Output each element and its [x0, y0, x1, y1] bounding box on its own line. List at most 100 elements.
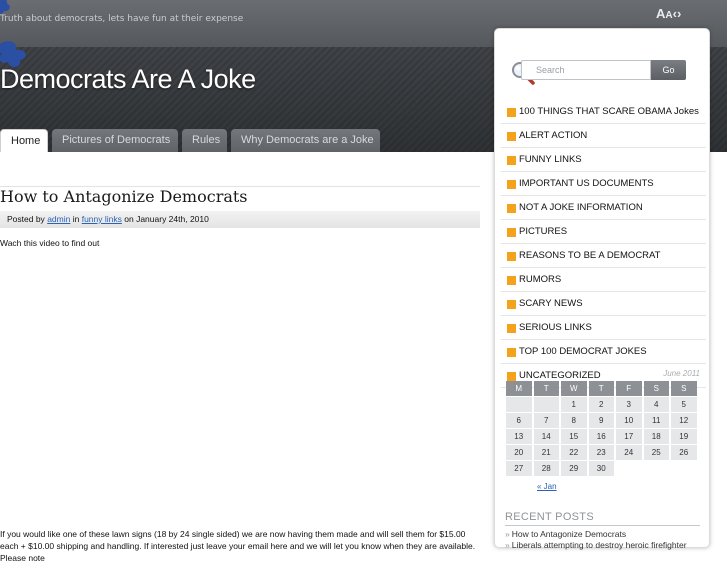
list-item[interactable]: 100 THINGS THAT SCARE OBAMA Jokes: [501, 100, 706, 124]
bullet-icon: »: [505, 529, 510, 539]
post-body: If you would like one of these lawn sign…: [0, 529, 476, 563]
calendar-day: [671, 461, 697, 476]
calendar-day-header: S: [671, 381, 697, 396]
sidebar: Search Go 100 THINGS THAT SCARE OBAMA Jo…: [494, 28, 710, 551]
calendar-day: [644, 461, 670, 476]
calendar-day: 25: [643, 445, 669, 460]
list-item[interactable]: RUMORS: [501, 268, 706, 292]
calendar-day: [506, 397, 532, 412]
bullet-square-icon: [507, 108, 516, 117]
calendar-day: 7: [533, 413, 559, 428]
category-link[interactable]: REASONS TO BE A DEMOCRAT: [519, 250, 660, 261]
list-item[interactable]: FUNNY LINKS: [501, 148, 706, 172]
category-link[interactable]: IMPORTANT US DOCUMENTS: [519, 178, 654, 189]
font-large-icon[interactable]: A: [656, 6, 665, 21]
post-meta: Posted by admin in funny links on Januar…: [0, 211, 480, 228]
font-arrows-icon[interactable]: ‹›: [673, 6, 682, 21]
list-item[interactable]: » Liberals attempting to destroy heroic f…: [505, 540, 705, 551]
calendar-day: 26: [671, 445, 697, 460]
calendar-day: 13: [506, 429, 532, 444]
tab-why-democrats[interactable]: Why Democrats are a Joke: [231, 129, 380, 152]
calendar-day: 14: [533, 429, 559, 444]
recent-posts-heading: RECENT POSTS: [505, 511, 594, 523]
list-item[interactable]: REASONS TO BE A DEMOCRAT: [501, 244, 706, 268]
post-title[interactable]: How to Antagonize Democrats: [0, 187, 248, 206]
calendar-grid: M T W T F S S 1 2 3 4 5 6 7 8 9 10 11 12…: [506, 381, 700, 476]
font-small-icon[interactable]: A: [665, 10, 672, 21]
category-link[interactable]: 100 THINGS THAT SCARE OBAMA Jokes: [519, 106, 699, 117]
search-input[interactable]: Search: [521, 60, 651, 80]
calendar-prev-link[interactable]: « Jan: [537, 482, 700, 491]
category-link[interactable]: FUNNY LINKS: [519, 154, 582, 165]
meta-posted-by: Posted by: [7, 214, 45, 224]
calendar-day: 5: [671, 397, 697, 412]
bullet-square-icon: [507, 300, 516, 309]
calendar-day: 10: [616, 413, 642, 428]
bullet-square-icon: [507, 324, 516, 333]
calendar-day: 28: [533, 461, 559, 476]
calendar-day: 11: [643, 413, 669, 428]
category-link[interactable]: SCARY NEWS: [519, 298, 583, 309]
calendar-day: 16: [588, 429, 614, 444]
tab-pictures-of-democrats[interactable]: Pictures of Democrats: [52, 129, 178, 152]
calendar-day: 2: [588, 397, 614, 412]
calendar-day: 27: [506, 461, 532, 476]
list-item[interactable]: » How to Antagonize Democrats: [505, 529, 705, 540]
category-link[interactable]: SERIOUS LINKS: [519, 322, 592, 333]
calendar-day: 17: [616, 429, 642, 444]
recent-post-link[interactable]: How to Antagonize Democrats: [512, 529, 626, 539]
category-link[interactable]: funny links: [82, 214, 122, 224]
bullet-square-icon: [507, 348, 516, 357]
calendar-day: 24: [616, 445, 642, 460]
calendar-day: 30: [588, 461, 614, 476]
calendar-day: 12: [671, 413, 697, 428]
calendar-day: 9: [588, 413, 614, 428]
bullet-square-icon: [507, 204, 516, 213]
tab-rules[interactable]: Rules: [182, 129, 227, 152]
calendar-day: 15: [561, 429, 587, 444]
meta-date: on January 24th, 2010: [124, 214, 209, 224]
bullet-square-icon: [507, 276, 516, 285]
category-link[interactable]: ALERT ACTION: [519, 130, 587, 141]
calendar-day: 3: [616, 397, 642, 412]
bullet-square-icon: [507, 180, 516, 189]
calendar-day: 21: [533, 445, 559, 460]
calendar-day-header: F: [616, 381, 642, 396]
bullet-square-icon: [507, 156, 516, 165]
calendar-day: 4: [643, 397, 669, 412]
list-item[interactable]: SERIOUS LINKS: [501, 316, 706, 340]
list-item[interactable]: NOT A JOKE INFORMATION: [501, 196, 706, 220]
list-item[interactable]: TOP 100 DEMOCRAT JOKES: [501, 340, 706, 364]
meta-in: in: [72, 214, 80, 224]
author-link[interactable]: admin: [47, 214, 70, 224]
list-item[interactable]: IMPORTANT US DOCUMENTS: [501, 172, 706, 196]
list-item[interactable]: SCARY NEWS: [501, 292, 706, 316]
calendar-caption: June 2011: [663, 369, 700, 378]
calendar-day: [616, 461, 642, 476]
bullet-square-icon: [507, 252, 516, 261]
category-link[interactable]: TOP 100 DEMOCRAT JOKES: [519, 346, 647, 357]
calendar-day: 23: [588, 445, 614, 460]
category-link[interactable]: RUMORS: [519, 274, 561, 285]
calendar-widget: June 2011 M T W T F S S 1 2 3 4 5 6 7 8 …: [506, 369, 700, 491]
divider: [505, 525, 700, 526]
calendar-day-header: T: [588, 381, 614, 396]
calendar-day-header: W: [561, 381, 587, 396]
search-button[interactable]: Go: [651, 60, 686, 80]
calendar-day-header: M: [506, 381, 532, 396]
calendar-day: 18: [643, 429, 669, 444]
font-size-toggle[interactable]: AA‹›: [656, 6, 681, 21]
recent-post-link[interactable]: Liberals attempting to destroy heroic fi…: [512, 540, 687, 550]
calendar-day: 22: [561, 445, 587, 460]
calendar-day: 8: [561, 413, 587, 428]
calendar-day: 19: [671, 429, 697, 444]
list-item[interactable]: PICTURES: [501, 220, 706, 244]
calendar-day-header: T: [533, 381, 559, 396]
list-item[interactable]: ALERT ACTION: [501, 124, 706, 148]
site-title[interactable]: Democrats Are A Joke: [0, 64, 256, 95]
tab-home[interactable]: Home: [0, 129, 48, 152]
category-link[interactable]: NOT A JOKE INFORMATION: [519, 202, 643, 213]
bullet-square-icon: [507, 228, 516, 237]
category-link[interactable]: PICTURES: [519, 226, 567, 237]
recent-posts-list: » How to Antagonize Democrats » Liberals a…: [505, 529, 705, 551]
